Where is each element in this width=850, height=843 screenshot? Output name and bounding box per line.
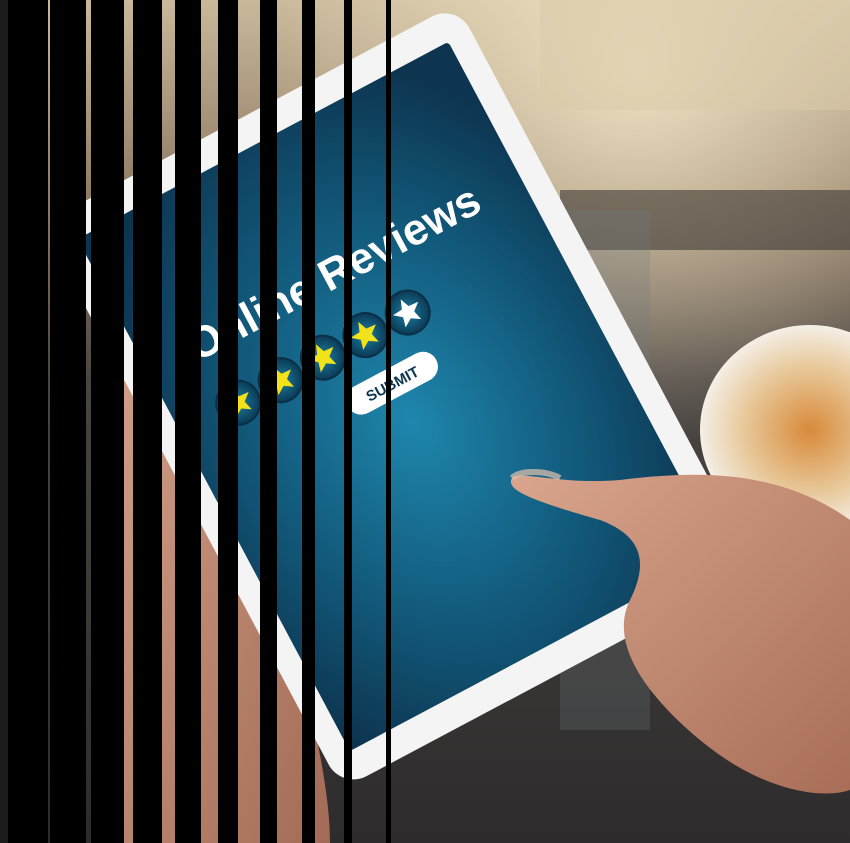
photo-scene: Online Reviews SUBMIT [0, 0, 850, 843]
restaurant-background: Online Reviews SUBMIT [0, 0, 850, 843]
